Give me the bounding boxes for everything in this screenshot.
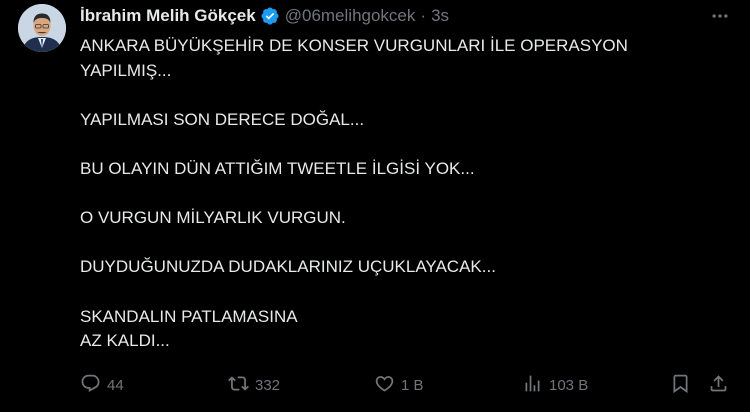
tweet[interactable]: İbrahim Melih Gökçek @06melihgokcek · 3s… xyxy=(0,0,750,412)
like-icon xyxy=(374,373,395,398)
like-button[interactable]: 1 B xyxy=(374,372,424,398)
author-handle[interactable]: @06melihgokcek xyxy=(285,5,416,27)
action-bar: 44 332 1 B 103 B xyxy=(78,372,738,398)
tweet-paragraph: YAPILMASI SON DERECE DOĞAL... xyxy=(80,109,365,129)
bookmark-icon xyxy=(670,373,691,398)
bookmark-button[interactable] xyxy=(670,372,691,398)
repost-icon xyxy=(228,373,249,398)
views-icon xyxy=(522,373,543,398)
repost-count: 332 xyxy=(255,376,281,394)
reply-button[interactable]: 44 xyxy=(80,372,124,398)
views-button[interactable]: 103 B xyxy=(522,372,588,398)
more-options-icon[interactable] xyxy=(708,6,732,26)
repost-button[interactable]: 332 xyxy=(228,372,280,398)
tweet-paragraph: O VURGUN MİLYARLIK VURGUN. xyxy=(80,208,346,228)
timestamp[interactable]: 3s xyxy=(431,5,449,27)
reply-count: 44 xyxy=(107,376,124,394)
like-count: 1 B xyxy=(401,376,424,394)
share-icon xyxy=(708,373,729,398)
share-button[interactable] xyxy=(708,372,729,398)
avatar[interactable] xyxy=(18,4,66,52)
tweet-paragraph: BU OLAYIN DÜN ATTIĞIM TWEETLE İLGİSİ YOK… xyxy=(80,158,475,178)
verified-badge-icon xyxy=(260,6,280,26)
tweet-paragraph: DUYDUĞUNUZDA DUDAKLARINIZ UÇUKLAYACAK... xyxy=(80,257,496,277)
tweet-paragraph: ANKARA BÜYÜKŞEHİR DE KONSER VURGUNLARI İ… xyxy=(80,36,628,80)
reply-icon xyxy=(80,373,101,398)
tweet-header: İbrahim Melih Gökçek @06melihgokcek · 3s xyxy=(80,5,449,27)
tweet-paragraph: SKANDALIN PATLAMASINA AZ KALDI... xyxy=(80,306,298,351)
author-name[interactable]: İbrahim Melih Gökçek xyxy=(80,5,256,27)
views-count: 103 B xyxy=(549,376,589,394)
separator-dot: · xyxy=(420,6,427,25)
tweet-text: ANKARA BÜYÜKŞEHİR DE KONSER VURGUNLARI İ… xyxy=(80,34,720,354)
